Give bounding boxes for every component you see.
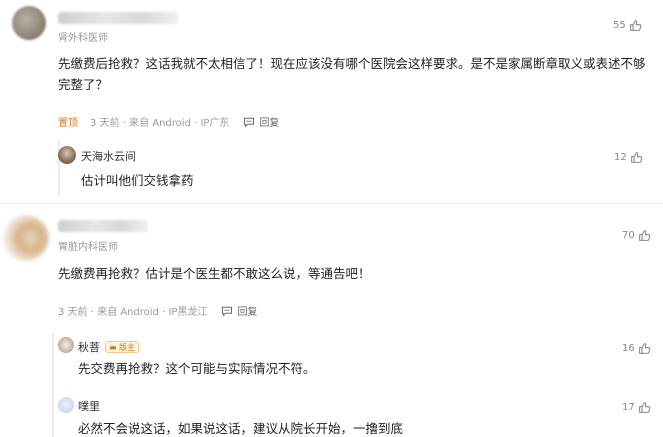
comment-meta-row: 置顶 3 天前 · 来自 Android · IP广东 回复 [58,114,279,129]
like-count: 16 [622,343,635,354]
reply-username[interactable]: 天海水云间 [81,148,136,164]
like-button[interactable]: 16 [622,342,651,355]
thumbs-up-icon [638,342,651,355]
comment-text: 先缴费再抢救？估计是个医生都不敢这么说，等通告吧！ [58,266,371,281]
username-blurred[interactable] [58,220,148,232]
reply-label: 回复 [237,307,258,318]
reply-thread-line [52,333,54,437]
comment-text: 先缴费后抢救？这话我就不太相信了！现在应该没有哪个医院会这样要求。是不是家属断章… [58,56,646,92]
reply-username[interactable]: 秋菩 [78,339,100,355]
reply-label: 回复 [259,118,280,129]
avatar[interactable] [3,215,49,261]
badge-label: 版主 [119,342,135,352]
username-blurred[interactable] [58,12,178,24]
comment-meta: 3 天前 · 来自 Android · IP黑龙江 [58,307,208,318]
user-title: 肾外科医师 [58,33,108,44]
avatar[interactable] [12,6,46,40]
thumbs-up-icon [638,401,651,414]
avatar[interactable] [58,146,76,164]
pin-label: 置顶 [58,118,78,129]
reply-text: 先交费再抢救？这个可能与实际情况不符。 [78,361,316,376]
like-count: 12 [614,152,627,163]
comment-bubble-icon [221,305,233,317]
avatar[interactable] [58,397,74,413]
thumbs-up-icon [630,151,643,164]
crown-icon [109,343,117,351]
like-button[interactable]: 12 [614,151,643,164]
like-button[interactable]: 17 [622,401,651,414]
reply-user-row: 秋菩 版主 [78,339,139,355]
like-button[interactable]: 55 [613,19,642,32]
like-count: 55 [613,20,626,31]
moderator-badge: 版主 [105,341,139,353]
like-count: 17 [622,402,635,413]
reply-button[interactable]: 回复 [243,114,279,129]
reply-button[interactable]: 回复 [221,303,257,318]
thumbs-up-icon [638,229,651,242]
reply-username[interactable]: 噗里 [78,398,100,414]
divider [0,203,663,204]
comment-meta-row: 3 天前 · 来自 Android · IP黑龙江 回复 [58,303,257,318]
like-count: 70 [622,230,635,241]
thumbs-up-icon [629,19,642,32]
reply-text: 必然不会说这话，如果说这话，建议从院长开始，一撸到底 [78,421,404,436]
comment-bubble-icon [243,116,255,128]
avatar[interactable] [58,337,74,353]
comment-meta: 3 天前 · 来自 Android · IP广东 [90,118,230,129]
reply-text: 估计叫他们交钱拿药 [81,173,194,188]
user-title: 胃脏内科医师 [58,242,118,253]
like-button[interactable]: 70 [622,229,651,242]
